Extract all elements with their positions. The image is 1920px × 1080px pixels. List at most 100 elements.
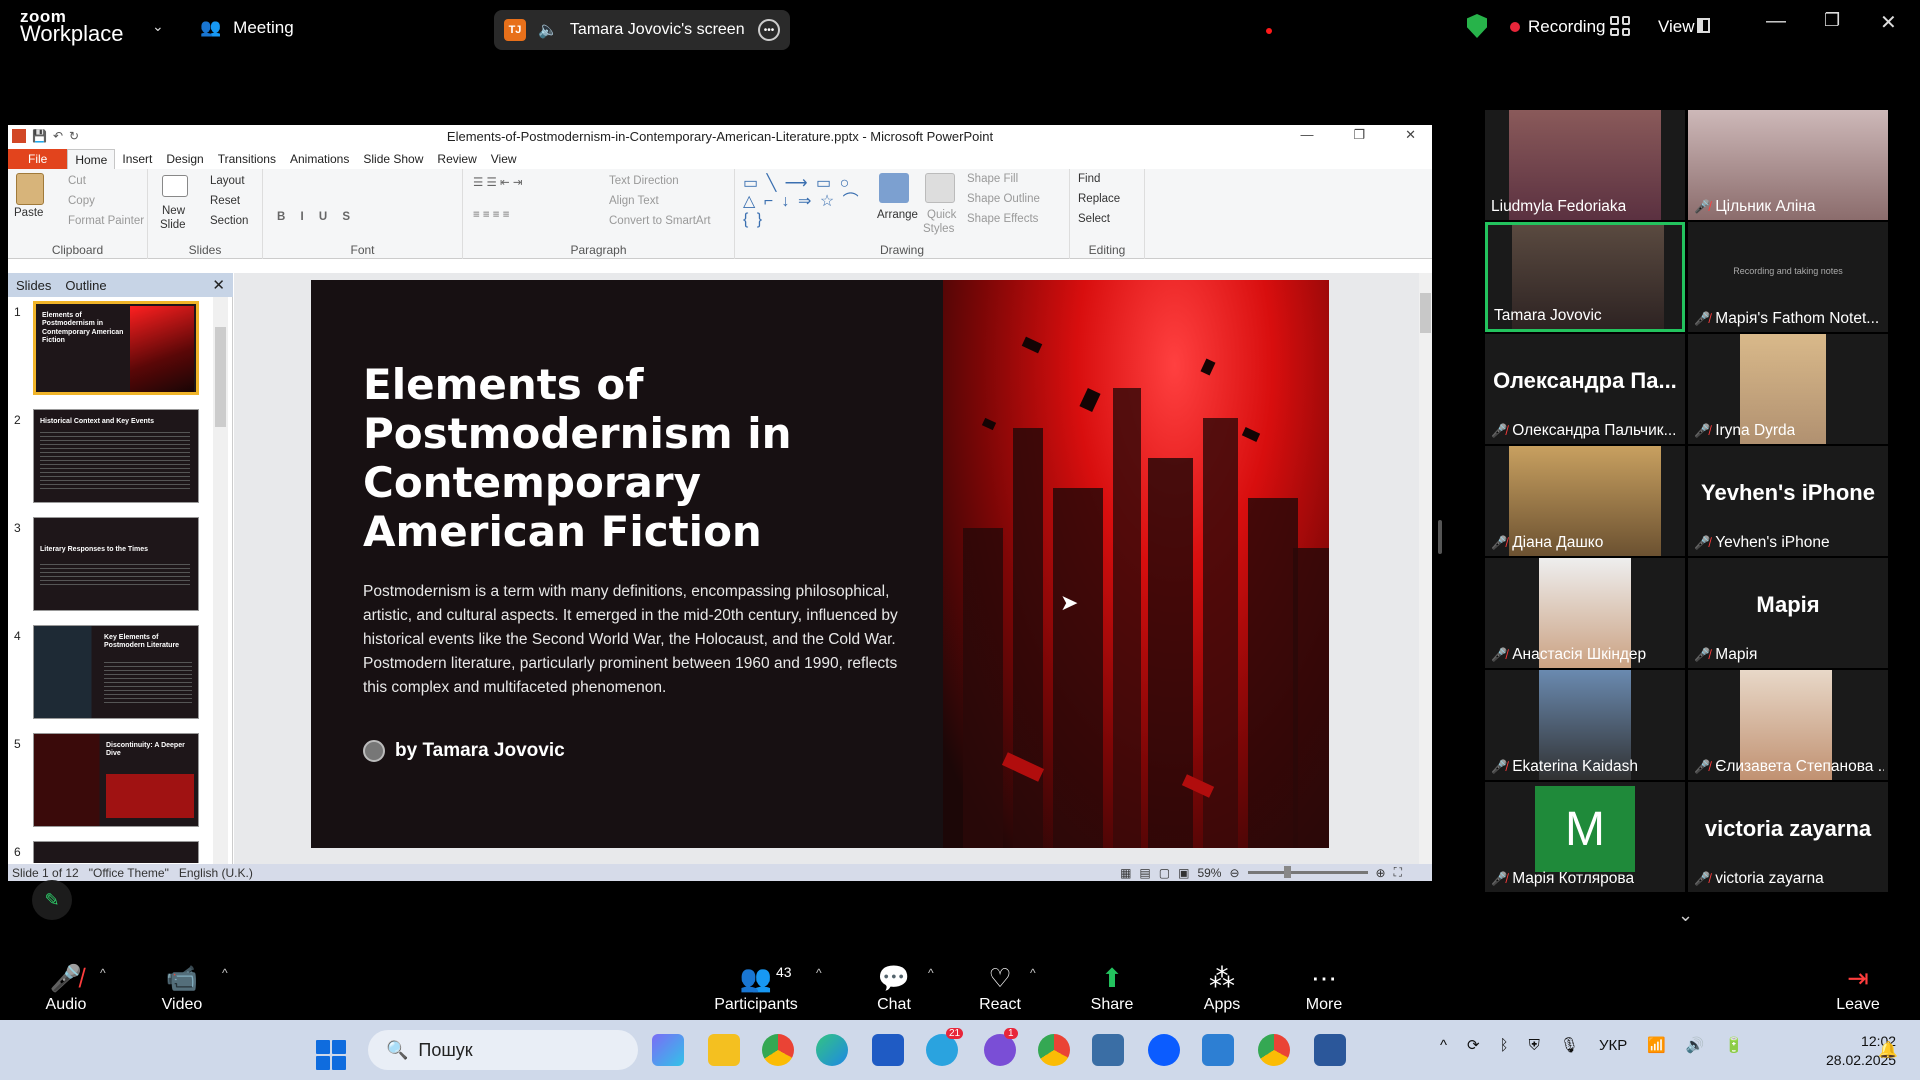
chevron-down-icon[interactable]: ⌄ bbox=[152, 18, 164, 35]
chrome-icon[interactable] bbox=[762, 1034, 794, 1066]
ppt-minimize-icon[interactable]: — bbox=[1300, 127, 1313, 143]
tab-view[interactable]: View bbox=[484, 149, 524, 169]
close-icon[interactable]: ✕ bbox=[1880, 10, 1897, 35]
new-slide-button[interactable]: New bbox=[162, 205, 185, 217]
view-reading-icon[interactable]: ▢ bbox=[1159, 866, 1170, 880]
participant-tile[interactable]: Марія 🎤̸ Марія bbox=[1688, 558, 1888, 668]
minimize-icon[interactable]: — bbox=[1766, 10, 1786, 33]
sync-icon[interactable]: ⟳ bbox=[1467, 1036, 1480, 1054]
annotate-pencil-icon[interactable]: ✎ bbox=[32, 880, 72, 920]
view-sorter-icon[interactable]: ▤ bbox=[1139, 866, 1150, 880]
reset-button[interactable]: Reset bbox=[210, 195, 240, 207]
tab-insert[interactable]: Insert bbox=[115, 149, 159, 169]
zoom-out-icon[interactable]: ⊖ bbox=[1229, 866, 1239, 880]
microphone-icon[interactable]: 🎙 bbox=[1560, 1036, 1579, 1054]
video-options-caret-icon[interactable]: ^ bbox=[222, 966, 228, 980]
align-text-button[interactable]: Align Text bbox=[609, 195, 659, 207]
copilot-icon[interactable] bbox=[652, 1034, 684, 1066]
word-icon[interactable] bbox=[1314, 1034, 1346, 1066]
more-button[interactable]: ⋯ More bbox=[1274, 960, 1374, 1014]
tab-slide-show[interactable]: Slide Show bbox=[356, 149, 430, 169]
slide-scrollbar[interactable] bbox=[1419, 273, 1432, 864]
leave-button[interactable]: ⇥ Leave bbox=[1808, 960, 1908, 1014]
gallery-grid-icon[interactable] bbox=[1610, 16, 1630, 36]
slide-thumbnail-3[interactable]: Literary Responses to the Times bbox=[33, 517, 199, 611]
shapes-gallery[interactable]: ▭ ╲ ⟶ ▭ ○ △ ⌐ ↓ ⇒ ☆ ⌒ { } bbox=[743, 175, 863, 229]
panel-resize-handle[interactable] bbox=[1438, 520, 1442, 554]
select-button[interactable]: Select bbox=[1078, 213, 1110, 225]
participant-tile[interactable]: 🎤̸ Цільник Аліна bbox=[1688, 110, 1888, 220]
find-button[interactable]: Find bbox=[1078, 173, 1100, 185]
security-icon[interactable]: ⛨ bbox=[1529, 1037, 1540, 1054]
tab-file[interactable]: File bbox=[8, 149, 68, 169]
participant-tile[interactable]: Liudmyla Fedoriaka bbox=[1485, 110, 1685, 220]
current-slide[interactable]: Elements of Postmodernism in Contemporar… bbox=[311, 280, 1329, 848]
tab-home[interactable]: Home bbox=[67, 149, 116, 169]
volume-icon[interactable]: 🔊 bbox=[1686, 1036, 1705, 1054]
tab-design[interactable]: Design bbox=[159, 149, 210, 169]
ppt-restore-icon[interactable]: ❐ bbox=[1353, 127, 1365, 143]
view-normal-icon[interactable]: ▦ bbox=[1120, 866, 1131, 880]
notifications-icon[interactable]: 🔔 bbox=[1878, 1040, 1898, 1060]
participant-tile[interactable]: 🎤̸ Ekaterina Kaidash bbox=[1485, 670, 1685, 780]
chrome-profile-icon[interactable] bbox=[1038, 1034, 1070, 1066]
participant-tile[interactable]: 🎤̸ Єлизавета Степанова ... bbox=[1688, 670, 1888, 780]
slide-thumbnail-2[interactable]: Historical Context and Key Events bbox=[33, 409, 199, 503]
share-button[interactable]: ⬆ Share bbox=[1062, 960, 1162, 1014]
participant-tile[interactable]: 🎤̸ Діана Дашко bbox=[1485, 446, 1685, 556]
wifi-icon[interactable]: 📶 bbox=[1647, 1036, 1666, 1054]
shape-outline-button[interactable]: Shape Outline bbox=[967, 193, 1040, 205]
participant-tile-active[interactable]: Tamara Jovovic bbox=[1485, 222, 1685, 332]
ppt-close-icon[interactable]: ✕ bbox=[1405, 127, 1416, 143]
view-button[interactable]: View bbox=[1658, 17, 1695, 37]
windows-start-icon[interactable] bbox=[316, 1040, 346, 1070]
align-buttons[interactable]: ≡ ≡ ≡ ≡ bbox=[473, 209, 509, 221]
font-format-buttons[interactable]: B I U S bbox=[277, 211, 356, 223]
bluetooth-icon[interactable]: ᛒ bbox=[1500, 1037, 1509, 1054]
zoom-slider[interactable] bbox=[1247, 866, 1368, 878]
slide-thumbnail-4[interactable]: Key Elements of Postmodern Literature bbox=[33, 625, 199, 719]
replace-button[interactable]: Replace bbox=[1078, 193, 1120, 205]
view-layout-icon[interactable] bbox=[1697, 18, 1710, 33]
section-button[interactable]: Section bbox=[210, 215, 248, 227]
redo-icon[interactable]: ↻ bbox=[69, 129, 79, 143]
tab-animations[interactable]: Animations bbox=[283, 149, 356, 169]
tray-chevron-icon[interactable]: ^ bbox=[1440, 1037, 1447, 1054]
battery-icon[interactable]: 🔋 bbox=[1725, 1036, 1744, 1054]
more-options-icon[interactable]: ••• bbox=[758, 19, 780, 41]
edge-icon[interactable] bbox=[816, 1034, 848, 1066]
zoom-app-icon[interactable] bbox=[1148, 1034, 1180, 1066]
slide-thumbnail-1[interactable]: Elements of Postmodernism in Contemporar… bbox=[33, 301, 199, 395]
participant-tile[interactable]: Recording and taking notes 🎤̸ Марія's Fat… bbox=[1688, 222, 1888, 332]
participants-caret-icon[interactable]: ^ bbox=[816, 966, 822, 980]
participant-tile[interactable]: 🎤̸ Iryna Dyrda bbox=[1688, 334, 1888, 444]
undo-icon[interactable]: ↶ bbox=[53, 129, 63, 143]
shape-fill-button[interactable]: Shape Fill bbox=[967, 173, 1018, 185]
store-icon[interactable] bbox=[872, 1034, 904, 1066]
quick-styles-button[interactable]: Quick bbox=[927, 209, 956, 221]
save-icon[interactable]: 💾 bbox=[32, 129, 47, 143]
zoom-in-icon[interactable]: ⊕ bbox=[1376, 866, 1386, 880]
new-slide-button-line2[interactable]: Slide bbox=[160, 219, 186, 231]
shape-effects-button[interactable]: Shape Effects bbox=[967, 213, 1038, 225]
participant-tile[interactable]: 🎤̸ Анастасія Шкіндер bbox=[1485, 558, 1685, 668]
keyboard-language[interactable]: УКР bbox=[1599, 1037, 1627, 1054]
tab-slides[interactable]: Slides bbox=[16, 278, 51, 293]
audio-options-caret-icon[interactable]: ^ bbox=[100, 966, 106, 980]
taskbar-search[interactable]: 🔍 Пошук bbox=[368, 1030, 638, 1070]
quick-styles-button-line2[interactable]: Styles bbox=[923, 223, 954, 235]
meeting-menu[interactable]: 👥 Meeting bbox=[200, 18, 294, 38]
text-direction-button[interactable]: Text Direction bbox=[609, 175, 679, 187]
layout-button[interactable]: Layout bbox=[210, 175, 245, 187]
restore-icon[interactable]: ❐ bbox=[1824, 10, 1840, 31]
chat-caret-icon[interactable]: ^ bbox=[928, 966, 934, 980]
paste-button[interactable]: Paste bbox=[14, 207, 43, 219]
participant-tile[interactable]: victoria zayarna 🎤̸ victoria zayarna bbox=[1688, 782, 1888, 892]
copy-button[interactable]: Copy bbox=[68, 195, 95, 207]
tab-transitions[interactable]: Transitions bbox=[211, 149, 283, 169]
snipping-tool-icon[interactable] bbox=[1092, 1034, 1124, 1066]
cut-button[interactable]: Cut bbox=[68, 175, 86, 187]
thumbnail-scrollbar[interactable] bbox=[213, 297, 228, 864]
chrome-second-icon[interactable] bbox=[1258, 1034, 1290, 1066]
slide-thumbnail-6[interactable] bbox=[33, 841, 199, 863]
